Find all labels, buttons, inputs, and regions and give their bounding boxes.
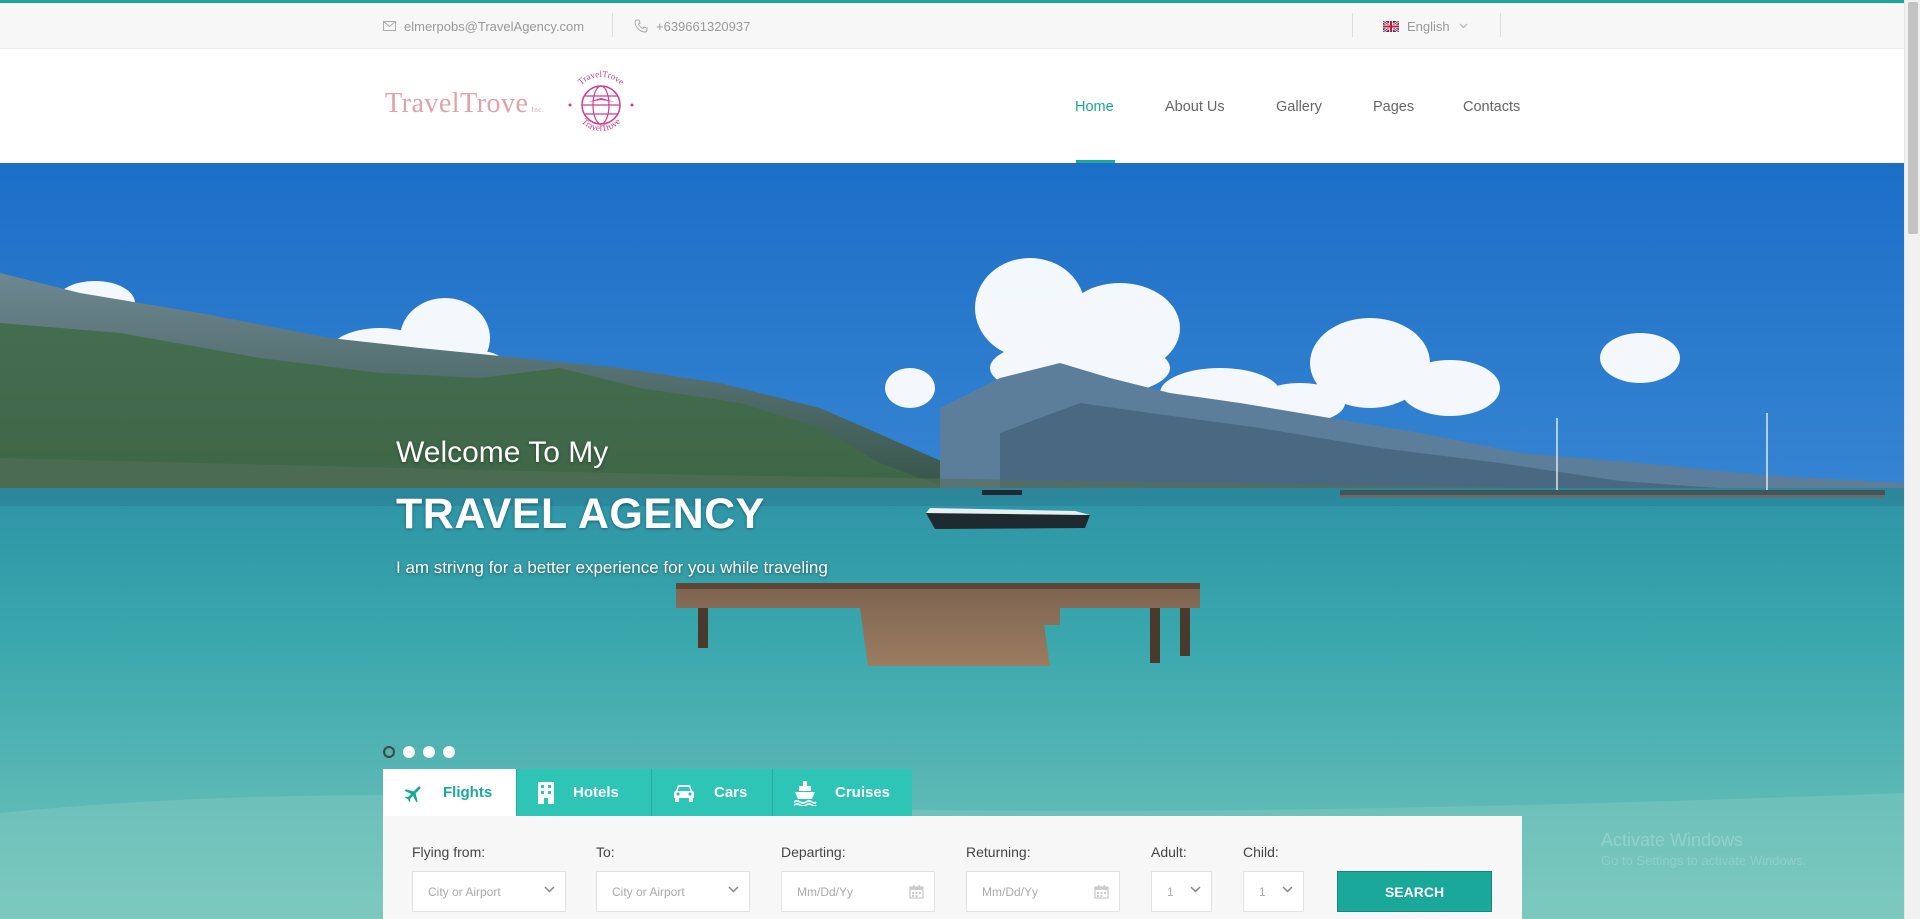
divider: [1500, 13, 1501, 37]
returning-date-input[interactable]: Mm/Dd/Yy: [966, 871, 1120, 912]
svg-text:TravelTrove: TravelTrove: [580, 116, 622, 133]
slider-dot-1[interactable]: [383, 746, 395, 758]
tab-cruises[interactable]: Cruises: [773, 769, 912, 816]
top-bar: elmerpobs@TravelAgency.com +639661320937…: [0, 3, 1904, 49]
calendar-icon[interactable]: [1094, 884, 1109, 899]
hero-subtitle: Welcome To My: [396, 436, 609, 469]
page-scrollbar[interactable]: [1904, 0, 1920, 919]
flying-from-label: Flying from:: [412, 844, 486, 860]
tab-flights-label: Flights: [443, 784, 493, 801]
envelope-icon: [383, 21, 396, 31]
chevron-down-icon: [544, 886, 555, 893]
chevron-down-icon: [1190, 886, 1201, 893]
to-value: City or Airport: [612, 884, 685, 899]
logo-suffix: Inc.: [531, 106, 545, 114]
flying-from-value: City or Airport: [428, 884, 501, 899]
nav-contacts[interactable]: Contacts: [1463, 50, 1520, 163]
scrollbar-thumb[interactable]: [1908, 2, 1918, 234]
chevron-down-icon: [1282, 886, 1293, 893]
phone-icon: [634, 19, 648, 33]
tab-hotels[interactable]: Hotels: [517, 769, 652, 816]
flying-from-select[interactable]: City or Airport: [412, 871, 566, 912]
site-header: TravelTrove Inc. TravelTrove TravelTrove …: [0, 50, 1904, 163]
ship-icon: [793, 780, 817, 806]
email-text: elmerpobs@TravelAgency.com: [404, 18, 585, 34]
windows-activation-title: Activate Windows: [1601, 830, 1744, 850]
to-label: To:: [596, 844, 615, 860]
svg-text:TravelTrove: TravelTrove: [576, 69, 626, 87]
flight-search-form: Flying from: City or Airport To: City or…: [383, 816, 1522, 919]
nav-pages[interactable]: Pages: [1373, 50, 1414, 163]
chevron-down-icon: [728, 886, 739, 893]
windows-activation-text: Go to Settings to activate Windows.: [1601, 853, 1807, 868]
child-label: Child:: [1243, 844, 1279, 860]
search-button[interactable]: SEARCH: [1337, 871, 1492, 912]
slider-dot-2[interactable]: [403, 746, 415, 758]
hero-lake-image: [0, 163, 1904, 919]
divider: [1352, 13, 1353, 37]
hero-title: TRAVEL AGENCY: [396, 490, 765, 538]
logo-name: TravelTrove: [385, 88, 529, 119]
language-selector[interactable]: English: [1383, 3, 1468, 49]
language-label: English: [1407, 18, 1450, 34]
globe-logo-icon[interactable]: TravelTrove TravelTrove: [560, 64, 642, 146]
to-select[interactable]: City or Airport: [596, 871, 750, 912]
phone-text: +639661320937: [656, 18, 751, 34]
child-value: 1: [1259, 884, 1266, 899]
chevron-down-icon: [1459, 23, 1468, 29]
nav-gallery[interactable]: Gallery: [1276, 50, 1322, 163]
tab-cars-label: Cars: [714, 784, 748, 801]
divider: [612, 13, 613, 37]
departing-label: Departing:: [781, 844, 846, 860]
departing-value: Mm/Dd/Yy: [797, 884, 854, 899]
returning-value: Mm/Dd/Yy: [982, 884, 1039, 899]
slider-dot-4[interactable]: [443, 746, 455, 758]
tab-cruises-label: Cruises: [835, 784, 891, 801]
contact-phone[interactable]: +639661320937: [634, 3, 750, 49]
car-icon: [674, 784, 694, 802]
logo[interactable]: TravelTrove Inc.: [385, 88, 544, 120]
slider-dots: [383, 746, 455, 758]
calendar-icon[interactable]: [909, 884, 924, 899]
slider-dot-3[interactable]: [423, 746, 435, 758]
building-icon: [538, 781, 554, 804]
nav-home[interactable]: Home: [1075, 50, 1114, 163]
tab-hotels-label: Hotels: [573, 784, 619, 801]
adult-value: 1: [1167, 884, 1174, 899]
contact-email[interactable]: elmerpobs@TravelAgency.com: [383, 3, 584, 49]
hero-text: I am strivng for a better experience for…: [396, 558, 828, 577]
nav-about[interactable]: About Us: [1165, 50, 1225, 163]
adult-label: Adult:: [1151, 844, 1187, 860]
tab-cars[interactable]: Cars: [652, 769, 773, 816]
returning-label: Returning:: [966, 844, 1031, 860]
child-select[interactable]: 1: [1243, 871, 1304, 912]
tab-flights[interactable]: Flights: [383, 769, 517, 816]
departing-date-input[interactable]: Mm/Dd/Yy: [781, 871, 935, 912]
airplane-icon: [404, 786, 421, 802]
hero-slider: Welcome To My TRAVEL AGENCY I am strivng…: [0, 163, 1904, 919]
booking-tabs: Flights Hotels Cars Cruises: [383, 769, 912, 816]
uk-flag-icon: [1383, 20, 1399, 32]
adult-select[interactable]: 1: [1151, 871, 1212, 912]
